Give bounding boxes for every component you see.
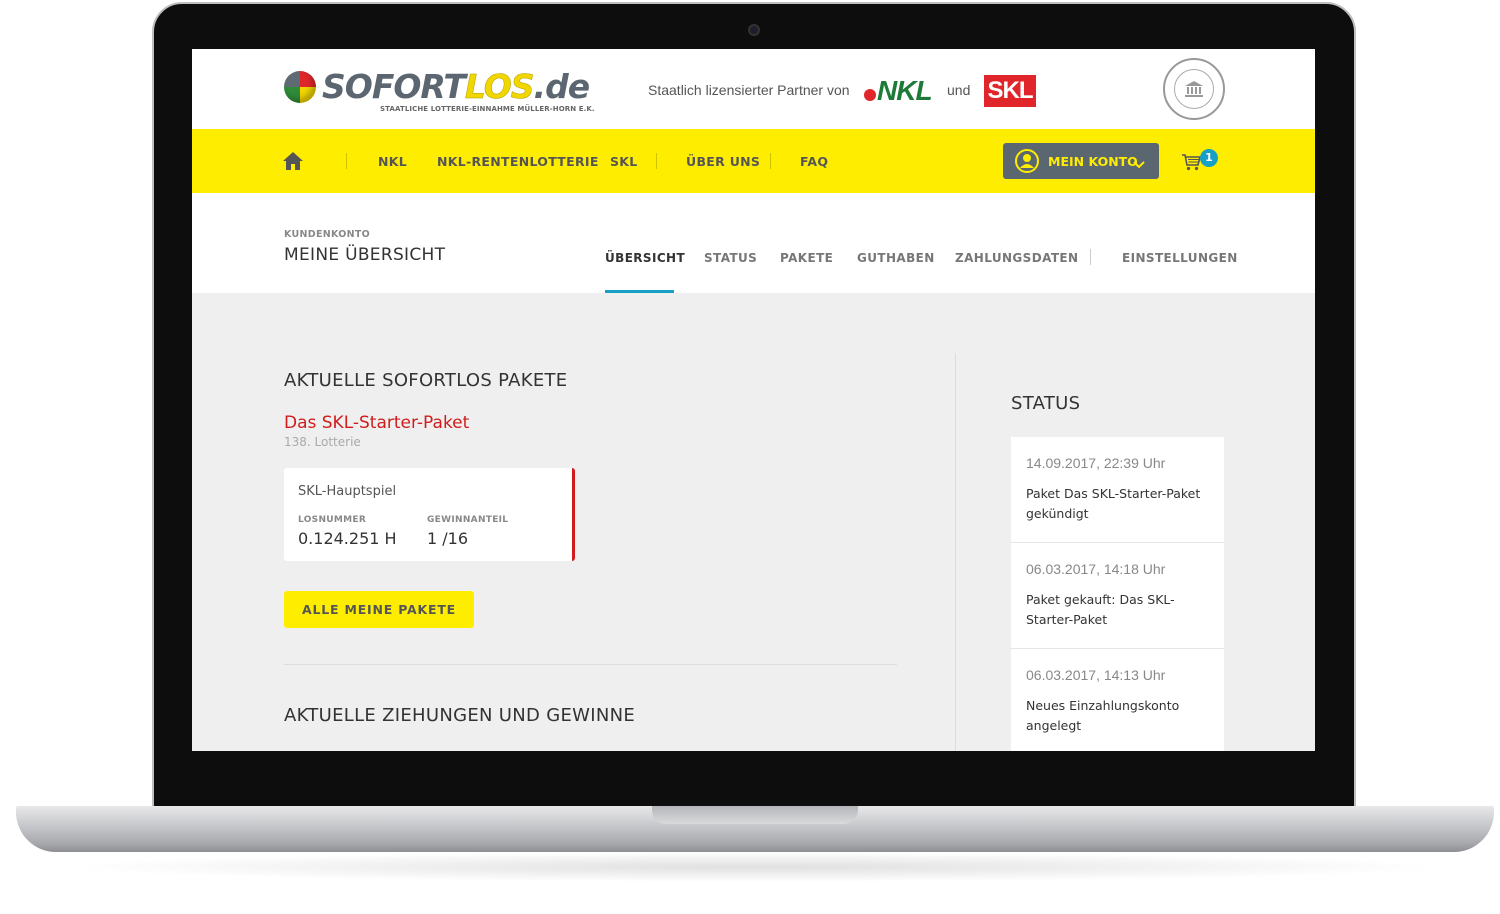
- nkl-logo[interactable]: NKL: [864, 75, 933, 107]
- my-account-button[interactable]: MEIN KONTO: [1003, 143, 1159, 179]
- content-divider: [284, 664, 897, 665]
- status-time: 14.09.2017, 22:39 Uhr: [1026, 455, 1166, 471]
- laptop-shadow: [60, 852, 1450, 882]
- status-text: Paket gekauft: Das SKL-Starter-Paket: [1026, 592, 1175, 627]
- tab-status[interactable]: STATUS: [704, 251, 757, 265]
- and-text: und: [947, 82, 971, 98]
- status-text: Paket Das SKL-Starter-Paket gekündigt: [1026, 486, 1201, 521]
- site-header: SOFORTLOS.de STAATLICHE LOTTERIE-EINNAHM…: [192, 49, 1315, 129]
- laptop-notch: [652, 806, 858, 824]
- logo-tagline: STAATLICHE LOTTERIE-EINNAHME MÜLLER-HORN…: [380, 105, 595, 113]
- nav-item-nkl-rentenlotterie[interactable]: NKL-RENTENLOTTERIE: [437, 154, 599, 169]
- tab-guthaben[interactable]: GUTHABEN: [857, 251, 935, 265]
- nav-item-skl[interactable]: SKL: [610, 154, 638, 169]
- my-account-label: MEIN KONTO: [1048, 154, 1138, 169]
- chevron-down-icon: [1133, 155, 1145, 169]
- tab-einstellungen[interactable]: EINSTELLUNGEN: [1122, 251, 1238, 265]
- partner-text: Staatlich lizensierter Partner von: [648, 82, 850, 98]
- packages-heading: AKTUELLE SOFORTLOS PAKETE: [284, 370, 568, 391]
- draws-heading: AKTUELLE ZIEHUNGEN UND GEWINNE: [284, 705, 636, 726]
- breadcrumb[interactable]: KUNDENKONTO: [284, 229, 370, 240]
- cart-count-badge: 1: [1200, 149, 1218, 167]
- nav-separator: [656, 153, 657, 169]
- browser-screen: SOFORTLOS.de STAATLICHE LOTTERIE-EINNAHM…: [192, 49, 1315, 751]
- main-nav: NKL NKL-RENTENLOTTERIE SKL ÜBER UNS FAQ …: [192, 129, 1315, 193]
- home-icon[interactable]: [282, 151, 304, 171]
- status-text: Neues Einzahlungskonto angelegt: [1026, 698, 1180, 733]
- nkl-dot-icon: [864, 89, 876, 101]
- gewinnanteil-label: GEWINNANTEIL: [427, 515, 509, 525]
- losnummer-label: LOSNUMMER: [298, 515, 367, 525]
- user-icon: [1015, 149, 1039, 173]
- column-divider: [955, 353, 956, 751]
- page-title: MEINE ÜBERSICHT: [284, 245, 446, 265]
- skl-logo[interactable]: SKL: [984, 75, 1036, 107]
- all-packages-button[interactable]: ALLE MEINE PAKETE: [284, 591, 474, 628]
- tab-uebersicht[interactable]: ÜBERSICHT: [605, 251, 685, 265]
- sofortlos-logo[interactable]: SOFORTLOS.de STAATLICHE LOTTERIE-EINNAHM…: [284, 67, 595, 117]
- status-item: 06.03.2017, 14:18 Uhr Paket gekauft: Das…: [1011, 543, 1224, 649]
- nav-item-ueber-uns[interactable]: ÜBER UNS: [686, 154, 760, 169]
- tab-pakete[interactable]: PAKETE: [780, 251, 833, 265]
- cart-icon[interactable]: [1181, 153, 1202, 171]
- losnummer-value: 0.124.251 H: [298, 529, 397, 548]
- status-item: 14.09.2017, 22:39 Uhr Paket Das SKL-Star…: [1011, 437, 1224, 543]
- nav-item-faq[interactable]: FAQ: [800, 154, 828, 169]
- logo-text: SOFORTLOS.de: [322, 67, 590, 107]
- gewinnanteil-value: 1 /16: [427, 529, 469, 548]
- tab-separator: [1090, 249, 1091, 265]
- tab-zahlungsdaten[interactable]: ZAHLUNGSDATEN: [955, 251, 1078, 265]
- active-tab-indicator: [605, 290, 674, 293]
- ticket-title: SKL-Hauptspiel: [298, 484, 397, 499]
- logo-ball-icon: [284, 71, 316, 103]
- nav-separator: [770, 153, 771, 169]
- ticket-card[interactable]: SKL-Hauptspiel LOSNUMMER 0.124.251 H GEW…: [284, 468, 575, 561]
- account-header: KUNDENKONTO MEINE ÜBERSICHT ÜBERSICHT ST…: [192, 193, 1315, 293]
- camera-dot: [748, 24, 760, 36]
- package-name[interactable]: Das SKL-Starter-Paket: [284, 413, 469, 433]
- status-list: 14.09.2017, 22:39 Uhr Paket Das SKL-Star…: [1011, 437, 1224, 751]
- nav-item-nkl[interactable]: NKL: [378, 154, 407, 169]
- package-lottery-number: 138. Lotterie: [284, 435, 361, 449]
- status-time: 06.03.2017, 14:13 Uhr: [1026, 667, 1166, 683]
- bank-building-icon: [1174, 69, 1214, 109]
- status-heading: STATUS: [1011, 393, 1081, 414]
- status-item: 06.03.2017, 14:13 Uhr Neues Einzahlungsk…: [1011, 649, 1224, 751]
- status-time: 06.03.2017, 14:18 Uhr: [1026, 561, 1166, 577]
- state-guarantee-seal: [1163, 58, 1225, 120]
- nav-separator: [346, 153, 347, 169]
